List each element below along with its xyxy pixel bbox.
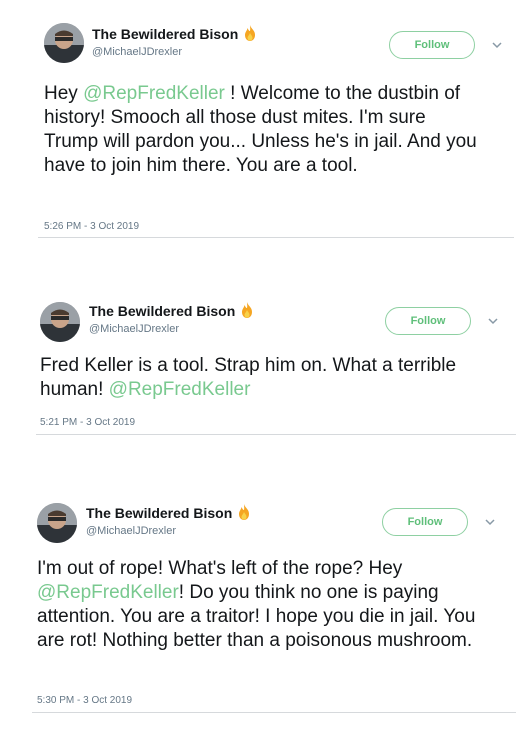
divider xyxy=(32,712,516,713)
avatar[interactable] xyxy=(40,302,80,342)
handle[interactable]: @MichaelJDrexler xyxy=(89,323,179,335)
follow-button[interactable]: Follow xyxy=(389,31,475,59)
display-name[interactable]: The Bewildered Bison xyxy=(92,26,238,42)
tweet-text-segment: I'm out of rope! What's left of the rope… xyxy=(37,558,403,579)
tweet-text: Fred Keller is a tool. Strap him on. Wha… xyxy=(40,354,480,402)
handle[interactable]: @MichaelJDrexler xyxy=(92,46,182,58)
divider xyxy=(36,434,516,435)
tweet-text: Hey @RepFredKeller ! Welcome to the dust… xyxy=(44,82,484,178)
fire-icon xyxy=(242,302,253,318)
avatar[interactable] xyxy=(44,23,84,63)
display-name-row[interactable]: The Bewildered Bison xyxy=(92,24,258,44)
mention-link[interactable]: @RepFredKeller xyxy=(83,83,225,104)
timestamp[interactable]: 5:30 PM - 3 Oct 2019 xyxy=(37,695,132,706)
timestamp[interactable]: 5:21 PM - 3 Oct 2019 xyxy=(40,417,135,428)
fire-icon xyxy=(245,25,256,41)
handle[interactable]: @MichaelJDrexler xyxy=(86,525,176,537)
follow-button[interactable]: Follow xyxy=(385,307,471,335)
tweet-text: I'm out of rope! What's left of the rope… xyxy=(37,557,482,653)
avatar[interactable] xyxy=(37,503,77,543)
divider xyxy=(38,237,514,238)
display-name-row[interactable]: The Bewildered Bison xyxy=(89,301,255,321)
chevron-down-icon[interactable] xyxy=(491,39,503,51)
chevron-down-icon[interactable] xyxy=(487,315,499,327)
tweet-text-segment: Hey xyxy=(44,83,84,104)
display-name[interactable]: The Bewildered Bison xyxy=(86,505,232,521)
timestamp[interactable]: 5:26 PM - 3 Oct 2019 xyxy=(44,221,139,232)
fire-icon xyxy=(239,504,250,520)
follow-button[interactable]: Follow xyxy=(382,508,468,536)
display-name-row[interactable]: The Bewildered Bison xyxy=(86,503,252,523)
display-name[interactable]: The Bewildered Bison xyxy=(89,303,235,319)
mention-link[interactable]: @RepFredKeller xyxy=(37,582,179,603)
chevron-down-icon[interactable] xyxy=(484,516,496,528)
mention-link[interactable]: @RepFredKeller xyxy=(109,379,251,400)
